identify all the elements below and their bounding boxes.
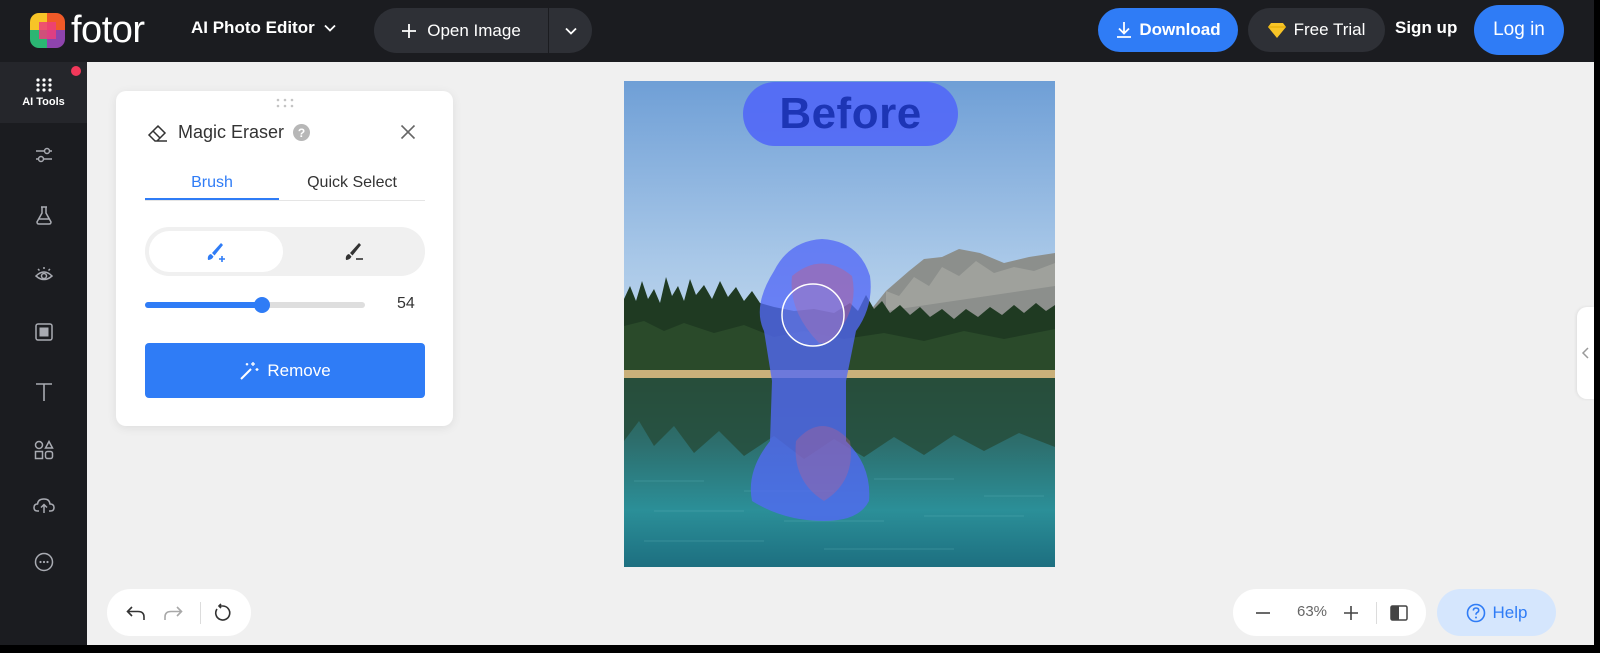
sidebar-item-ai-tools[interactable]: AI Tools <box>0 62 87 123</box>
history-divider <box>200 602 201 624</box>
brush-mode-toggle <box>145 227 425 276</box>
sidebar-item-effects[interactable] <box>0 254 87 294</box>
compare-icon <box>1390 605 1408 621</box>
history-controls <box>107 589 251 636</box>
logo-text: fotor <box>71 9 145 51</box>
log-in-button[interactable]: Log in <box>1474 5 1564 55</box>
magic-eraser-panel: Magic Eraser ? Brush Quick Select 54 Rem… <box>116 91 453 426</box>
free-trial-label: Free Trial <box>1293 20 1366 39</box>
panel-title: Magic Eraser <box>178 122 285 142</box>
sidebar-item-more[interactable] <box>0 542 87 582</box>
sidebar-item-frames[interactable] <box>0 312 87 352</box>
tab-quick-select[interactable]: Quick Select <box>279 163 425 200</box>
chevron-left-icon <box>1581 347 1589 359</box>
open-image-button[interactable]: Open Image <box>374 8 548 53</box>
top-bar: fotor AI Photo Editor Open Image Downloa… <box>0 0 1594 62</box>
panel-tabs: Brush Quick Select <box>145 163 425 201</box>
reset-icon <box>214 603 231 621</box>
free-trial-button[interactable]: Free Trial <box>1248 8 1385 52</box>
brush-size-value: 54 <box>397 295 415 312</box>
left-sidebar: AI Tools <box>0 62 87 645</box>
editor-menu-label: AI Photo Editor <box>191 18 315 37</box>
redo-icon <box>164 606 183 620</box>
sidebar-item-text[interactable] <box>0 372 87 412</box>
sliders-icon <box>35 147 52 163</box>
sidebar-item-elements[interactable] <box>0 430 87 470</box>
brush-size-thumb[interactable] <box>253 297 270 313</box>
tab-brush[interactable]: Brush <box>145 163 279 200</box>
brush-add-icon <box>207 242 225 262</box>
chevron-down-icon <box>564 27 577 35</box>
brush-subtract-icon <box>345 242 363 260</box>
download-button[interactable]: Download <box>1098 8 1238 52</box>
compare-button[interactable] <box>1387 601 1411 625</box>
zoom-level: 63% <box>1296 603 1328 620</box>
download-label: Download <box>1139 20 1221 39</box>
zoom-controls: 63% <box>1233 589 1426 636</box>
ai-photo-editor-menu[interactable]: AI Photo Editor <box>191 18 337 38</box>
sidebar-item-upload[interactable] <box>0 485 87 525</box>
brush-size-slider[interactable] <box>145 297 365 313</box>
before-badge[interactable]: Before <box>743 82 958 146</box>
diamond-icon <box>1267 23 1286 38</box>
sign-up-link[interactable]: Sign up <box>1395 18 1457 38</box>
reset-button[interactable] <box>211 601 235 625</box>
text-icon <box>35 383 52 401</box>
more-icon <box>34 552 53 572</box>
redo-button[interactable] <box>161 601 185 625</box>
eye-icon <box>34 267 53 281</box>
notification-dot <box>71 66 81 76</box>
help-label: Help <box>1492 602 1528 622</box>
help-button[interactable]: Help <box>1437 589 1556 636</box>
close-icon[interactable] <box>400 124 416 140</box>
fotor-logo-icon <box>30 12 65 48</box>
zoom-divider <box>1376 602 1377 624</box>
brush-size-fill <box>145 302 262 308</box>
open-image-group: Open Image <box>374 8 592 53</box>
collapse-panel-handle[interactable] <box>1577 307 1594 399</box>
lake-mountain-photo <box>624 81 1055 567</box>
flask-icon <box>35 206 52 225</box>
open-image-label: Open Image <box>427 20 521 40</box>
download-icon <box>1117 22 1132 38</box>
frame-icon <box>34 323 53 341</box>
cloud-upload-icon <box>32 498 55 513</box>
brush-subtract-button[interactable] <box>287 231 421 272</box>
brush-add-button[interactable] <box>149 231 283 272</box>
shapes-icon <box>34 440 54 460</box>
zoom-in-button[interactable] <box>1339 601 1363 625</box>
plus-icon <box>402 23 417 38</box>
ai-tools-label: AI Tools <box>22 95 65 108</box>
sidebar-item-beauty[interactable] <box>0 195 87 235</box>
question-circle-icon <box>1466 603 1485 622</box>
fotor-logo[interactable]: fotor <box>30 11 145 49</box>
drag-handle-icon[interactable] <box>275 98 295 108</box>
undo-button[interactable] <box>124 601 148 625</box>
zoom-out-button[interactable] <box>1251 601 1275 625</box>
photo-canvas[interactable]: Before <box>624 81 1055 567</box>
grid-dots-icon <box>35 77 52 92</box>
remove-label: Remove <box>267 360 331 380</box>
undo-icon <box>126 606 145 620</box>
panel-header: Magic Eraser ? <box>147 122 311 143</box>
plus-icon <box>1344 606 1358 620</box>
minus-icon <box>1256 612 1270 614</box>
remove-button[interactable]: Remove <box>145 343 425 398</box>
help-icon[interactable]: ? <box>293 124 311 141</box>
eraser-icon <box>147 124 167 142</box>
sidebar-item-adjust[interactable] <box>0 135 87 175</box>
chevron-down-icon <box>324 24 336 32</box>
open-image-dropdown[interactable] <box>548 8 592 53</box>
magic-wand-icon <box>240 361 259 380</box>
